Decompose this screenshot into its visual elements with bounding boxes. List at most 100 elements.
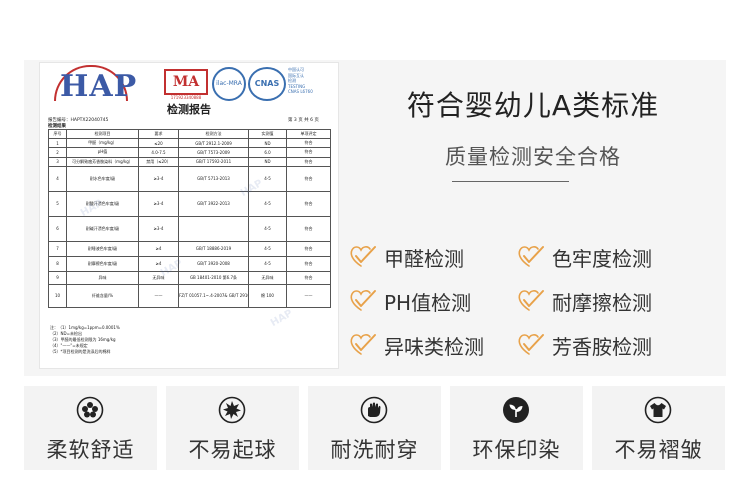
report-table-cell: 符合 [286, 240, 331, 257]
report-table-cell: ND [248, 138, 287, 149]
report-table-cell: FZ/T 01057.1~.4-2007& GB/T 2910-2009 [178, 283, 249, 308]
report-table-cell: GB/T 17592-2011 [178, 156, 249, 167]
report-table-cell: 9 [48, 270, 67, 285]
tshirt-icon [644, 396, 672, 424]
check-item: PH值检测 [348, 286, 471, 316]
report-table-cell: 符合 [286, 190, 331, 217]
report-table-cell: 耐碱汗渍色牢度/级 [66, 215, 139, 242]
report-notes: 注：（1）1mg/kg=1ppm=0.0001% （2）ND=未检出 （3）甲醛… [50, 325, 120, 355]
feature-soft-comfortable: 柔软舒适 [24, 386, 157, 470]
report-table-cell: GB/T 5713-2013 [178, 165, 249, 192]
report-table-cell: ≥3-4 [138, 165, 179, 192]
check-item-label: 异味类检测 [384, 334, 484, 359]
report-table-cell: 符合 [286, 165, 331, 192]
report-table-cell: GB/T 7573-2009 [178, 147, 249, 158]
report-table-header: 检测项目 [66, 128, 139, 140]
check-item: 色牢度检测 [516, 242, 652, 272]
report-table-cell: 8 [48, 255, 67, 272]
feature-eco-dyeing: 环保印染 [450, 386, 583, 470]
test-report-image: HAP MA 171923340888 ilac-MRA CNAS 中国认可 国… [40, 63, 338, 368]
feature-label: 环保印染 [472, 438, 561, 462]
report-title: 检测报告 [167, 103, 211, 116]
check-item: 甲醛检测 [348, 242, 464, 272]
report-table-cell: 5 [48, 190, 67, 217]
feature-wrinkle-resistant: 不易褶皱 [592, 386, 725, 470]
report-table-cell: 可分解致癌芳香胺染料（mg/kg） [66, 156, 139, 167]
cnas-text: 中国认可 国际互认 检测 TESTING CNAS L6760 [288, 67, 334, 95]
report-table-cell: 棉 100 [248, 283, 287, 308]
top-white-strip [24, 24, 726, 60]
check-item-label: 色牢度检测 [552, 246, 652, 271]
hap-logo: HAP [60, 69, 138, 104]
report-table-cell: 纤维含量/% [66, 283, 139, 308]
report-table-cell: 4-5 [248, 255, 287, 272]
report-table-cell: 6 [48, 215, 67, 242]
subtitle-underline [452, 181, 569, 182]
leaf-icon [502, 396, 530, 424]
divider [24, 376, 726, 380]
report-table-cell: 4 [48, 165, 67, 192]
hand-wash-icon [360, 396, 388, 424]
report-table-cell: 7 [48, 240, 67, 257]
report-table-row: 10 纤维含量/% —— FZ/T 01057.1~.4-2007& GB/T 291… [48, 283, 331, 308]
report-table-cell: —— [138, 283, 179, 308]
report-table-cell [178, 215, 249, 242]
report-table-cell: 耐摩擦色牢度/级 [66, 255, 139, 272]
report-table-cell: —— [286, 283, 331, 308]
cnas-logo: CNAS [248, 67, 286, 101]
check-item: 耐摩擦检测 [516, 286, 652, 316]
report-table-row: 6 耐碱汗渍色牢度/级 ≥3-4 4-5 符合 [48, 215, 331, 242]
report-table-row: 8 耐摩擦色牢度/级 ≥4 GB/T 3920-2008 4-5 符合 [48, 255, 331, 272]
report-table-cell: 符合 [286, 147, 331, 158]
report-table-row: 3 可分解致癌芳香胺染料（mg/kg） 禁用（≤20） GB/T 17592-2011… [48, 156, 331, 167]
report-table-cell: 4.0-7.5 [138, 147, 179, 158]
report-table-cell: ≤20 [138, 138, 179, 149]
cma-logo: MA [164, 69, 208, 95]
report-table-cell: GB/T 3922-2013 [178, 190, 249, 217]
cma-number: 171923340888 [170, 95, 202, 100]
report-table-header-row: 序号 检测项目 要求 检测方法 实测值 单项评定 [48, 128, 331, 140]
report-table-header: 要求 [138, 128, 179, 140]
report-table-header: 序号 [48, 128, 67, 140]
check-item-label: 耐摩擦检测 [552, 290, 652, 315]
check-item-label: PH值检测 [384, 290, 472, 315]
feature-label: 柔软舒适 [46, 438, 135, 462]
report-table-cell: 2 [48, 147, 67, 158]
report-table-cell: 符合 [286, 270, 331, 285]
check-heart-icon [348, 244, 378, 270]
check-heart-icon [348, 332, 378, 358]
report-table-row: 1 甲醛（mg/kg） ≤20 GB/T 2912.1-2009 ND 符合 [48, 138, 331, 149]
cnas-text-line: CNAS L6760 [288, 89, 313, 94]
report-table-cell: 耐唾液色牢度/级 [66, 240, 139, 257]
report-table-cell: 6.0 [248, 147, 287, 158]
report-table-cell: 无异味 [248, 270, 287, 285]
report-table-cell: ≥3-4 [138, 215, 179, 242]
report-note: （5）*项目检测的是洗涤后的棉样 [50, 349, 111, 354]
report-table-cell: 异味 [66, 270, 139, 285]
report-table-cell: pH值 [66, 147, 139, 158]
report-table-cell: 1 [48, 138, 67, 149]
check-heart-icon [516, 288, 546, 314]
report-table-cell: 4-5 [248, 215, 287, 242]
check-item-label: 甲醛检测 [384, 246, 464, 271]
report-table-header: 单项评定 [286, 128, 331, 140]
feature-durable-wash: 耐洗耐穿 [308, 386, 441, 470]
report-table-cell: 禁用（≤20） [138, 156, 179, 167]
report-table-cell: ≥4 [138, 240, 179, 257]
report-table-cell: GB 18401-2010 第6.7条 [178, 270, 249, 285]
feature-label: 不易起球 [188, 438, 277, 462]
report-table-cell: 甲醛（mg/kg） [66, 138, 139, 149]
feature-label: 不易褶皱 [614, 438, 703, 462]
check-heart-icon [348, 288, 378, 314]
flower-icon [76, 396, 104, 424]
report-table-cell: 10 [48, 283, 67, 308]
report-table-cell: GB/T 2912.1-2009 [178, 138, 249, 149]
report-table-cell: 耐水色牢度/级 [66, 165, 139, 192]
feature-anti-pilling: 不易起球 [166, 386, 299, 470]
page-subtitle: 质量检测安全合格 [445, 145, 621, 169]
report-table-cell: ND [248, 156, 287, 167]
page-title: 符合婴幼儿A类标准 [406, 89, 660, 122]
check-heart-icon [516, 332, 546, 358]
report-table-cell: 符合 [286, 255, 331, 272]
check-item-label: 芳香胺检测 [552, 334, 652, 359]
